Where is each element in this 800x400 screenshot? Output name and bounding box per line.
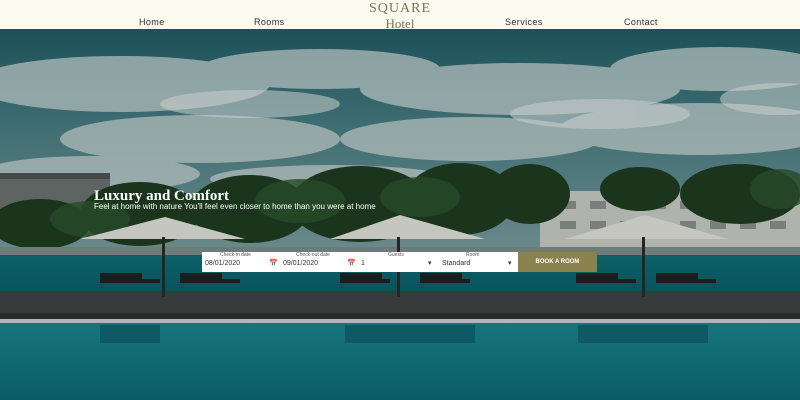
- booking-form: Check-in date 08/01/2020 📅 Check-out dat…: [202, 252, 597, 272]
- book-room-button[interactable]: BOOK A ROOM: [518, 252, 597, 272]
- brand-logo[interactable]: SQUARE Hotel: [340, 1, 460, 31]
- hero-banner: Luxury and Comfort Feel at home with nat…: [0, 29, 800, 400]
- room-value[interactable]: Standard: [442, 260, 470, 267]
- calendar-icon[interactable]: 📅: [347, 259, 356, 267]
- checkout-label: Check-out date: [296, 252, 330, 258]
- nav-home[interactable]: Home: [139, 17, 165, 27]
- calendar-icon[interactable]: 📅: [269, 259, 278, 267]
- hero-photo: [0, 29, 800, 400]
- checkin-label: Check-in date: [220, 252, 251, 258]
- checkin-value[interactable]: 08/01/2020: [205, 260, 240, 267]
- checkout-field[interactable]: Check-out date 09/01/2020 📅: [280, 252, 358, 272]
- hero-subtitle: Feel at home with nature You'll feel eve…: [94, 202, 376, 211]
- guests-field[interactable]: Guests 1 ▾: [358, 252, 436, 272]
- chevron-down-icon[interactable]: ▾: [428, 259, 432, 267]
- brand-name-top: SQUARE: [368, 1, 431, 16]
- room-field[interactable]: Room Standard ▾: [436, 252, 518, 272]
- site-header: Home Rooms SQUARE Hotel Services Contact: [0, 0, 800, 31]
- guests-label: Guests: [388, 252, 404, 258]
- nav-services[interactable]: Services: [505, 17, 543, 27]
- room-label: Room: [466, 252, 480, 258]
- nav-rooms[interactable]: Rooms: [254, 17, 285, 27]
- guests-value[interactable]: 1: [361, 260, 365, 267]
- chevron-down-icon[interactable]: ▾: [508, 259, 512, 267]
- nav-contact[interactable]: Contact: [624, 17, 658, 27]
- checkin-field[interactable]: Check-in date 08/01/2020 📅: [202, 252, 280, 272]
- checkout-value[interactable]: 09/01/2020: [283, 260, 318, 267]
